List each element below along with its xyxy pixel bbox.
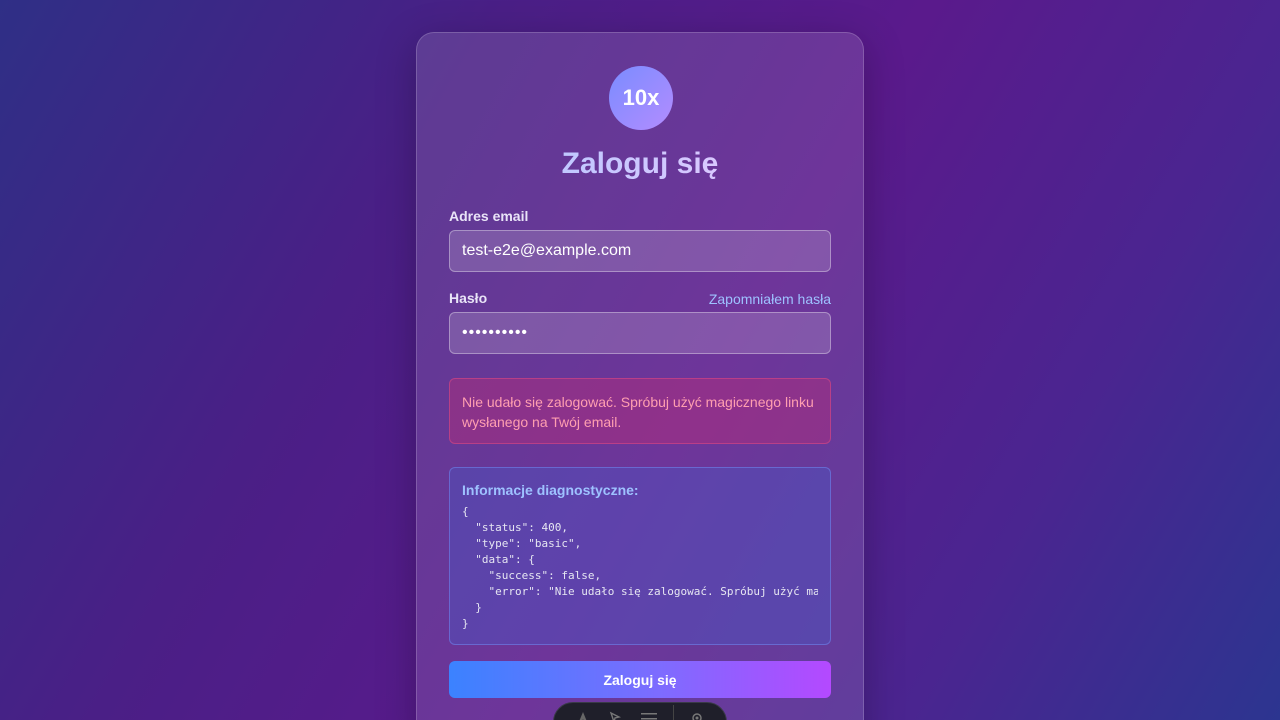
login-card: 10x Zaloguj się Adres email Hasło Zapomn…	[416, 32, 864, 720]
menu-icon[interactable]	[639, 711, 659, 720]
astro-icon[interactable]	[573, 711, 593, 720]
diagnostics-title: Informacje diagnostyczne:	[462, 482, 639, 498]
toolbar-divider	[672, 705, 674, 720]
inspect-icon[interactable]	[606, 711, 626, 720]
password-label: Hasło	[449, 290, 488, 306]
password-field[interactable]	[449, 312, 831, 354]
diagnostics-code: { "status": 400, "type": "basic", "data"…	[462, 505, 818, 630]
dev-toolbar	[553, 702, 727, 720]
diagnostics-panel: Informacje diagnostyczne: { "status": 40…	[449, 467, 831, 645]
logo-badge: 10x	[609, 66, 673, 130]
forgot-password-link[interactable]: Zapomniałem hasła	[709, 291, 831, 307]
error-alert: Nie udało się zalogować. Spróbuj użyć ma…	[449, 378, 831, 444]
page-title: Zaloguj się	[417, 147, 863, 181]
login-button[interactable]: Zaloguj się	[449, 661, 831, 698]
email-label: Adres email	[449, 208, 529, 224]
settings-icon[interactable]	[687, 711, 707, 720]
email-field[interactable]	[449, 230, 831, 272]
